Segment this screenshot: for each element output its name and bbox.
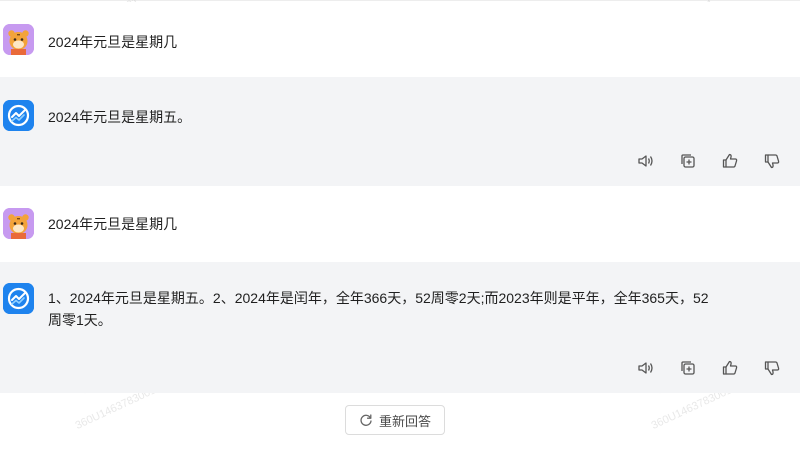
assistant-avatar — [3, 100, 34, 131]
assistant-logo-icon — [3, 283, 34, 314]
user-message-text: 2024年元旦是星期几 — [48, 34, 178, 50]
thumbs-up-icon[interactable] — [720, 151, 740, 171]
tiger-avatar-icon — [3, 24, 34, 55]
copy-icon[interactable] — [678, 151, 698, 171]
assistant-avatar — [3, 283, 34, 314]
regenerate-label: 重新回答 — [378, 413, 431, 429]
regenerate-button[interactable]: 重新回答 — [345, 405, 445, 435]
copy-icon[interactable] — [678, 358, 698, 378]
user-avatar — [3, 24, 34, 55]
tiger-avatar-icon — [3, 208, 34, 239]
speaker-icon[interactable] — [636, 151, 656, 171]
message-actions — [636, 151, 782, 171]
user-message-text: 2024年元旦是星期几 — [48, 216, 178, 232]
user-message-row: 2024年元旦是星期几 — [0, 186, 800, 262]
assistant-logo-icon — [3, 100, 34, 131]
top-divider — [0, 0, 800, 1]
thumbs-down-icon[interactable] — [762, 358, 782, 378]
thumbs-down-icon[interactable] — [762, 151, 782, 171]
assistant-message-text: 1、2024年元旦是星期五。2、2024年是闰年，全年366天，52周零2天;而… — [48, 290, 709, 328]
thumbs-up-icon[interactable] — [720, 358, 740, 378]
assistant-message-text: 2024年元旦是星期五。 — [48, 109, 192, 125]
assistant-message-row: 2024年元旦是星期五。 — [0, 77, 800, 186]
user-message-row: 2024年元旦是星期几 — [0, 2, 800, 77]
assistant-message-row: 1、2024年元旦是星期五。2、2024年是闰年，全年366天，52周零2天;而… — [0, 262, 800, 393]
message-actions — [636, 358, 782, 378]
refresh-icon — [360, 414, 372, 426]
speaker-icon[interactable] — [636, 358, 656, 378]
user-avatar — [3, 208, 34, 239]
